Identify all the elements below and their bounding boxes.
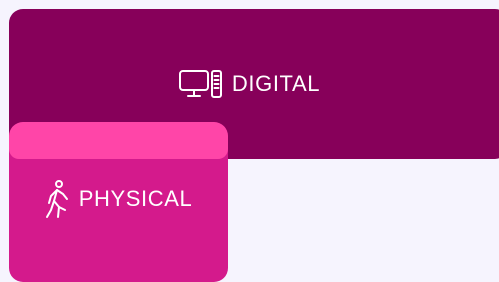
- physical-tile-label: PHYSICAL: [78, 186, 193, 211]
- physical-tile-content: PHYSICAL: [9, 179, 228, 219]
- desktop-computer-icon: [178, 69, 224, 99]
- walking-person-icon: [45, 179, 71, 219]
- physical-tile-highlight: [9, 122, 228, 159]
- physical-tile[interactable]: PHYSICAL: [9, 122, 228, 282]
- digital-tile-label: DIGITAL: [231, 71, 321, 96]
